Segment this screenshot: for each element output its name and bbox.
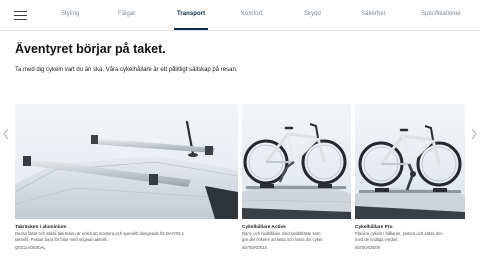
product-code: 55700ADE00 bbox=[355, 245, 380, 250]
hamburger-menu-icon[interactable] bbox=[14, 11, 27, 20]
product-description-line: takreils. Passar bara för bilar med orig… bbox=[15, 237, 108, 243]
page-title: Äventyret börjar på taket. bbox=[15, 42, 166, 56]
product-title: Cykelhållare Active bbox=[242, 225, 286, 230]
tab-falgar[interactable]: Fälgar bbox=[118, 11, 135, 17]
product-title: Cykelhållare Pro bbox=[355, 225, 393, 230]
tab-sakerhet[interactable]: Säkerhet bbox=[361, 11, 385, 17]
page-intro: Ta med dig cykeln vart du än ska. Våra c… bbox=[15, 67, 238, 73]
tab-transport[interactable]: Transport bbox=[177, 11, 205, 17]
roof-bars-image bbox=[15, 104, 238, 219]
chevron-right-icon[interactable] bbox=[469, 127, 479, 141]
bike-carrier-pro-image bbox=[355, 104, 465, 219]
tab-styling[interactable]: Styling bbox=[61, 11, 79, 17]
bike-carrier-active-image bbox=[242, 104, 351, 219]
product-description-line: gör det enkelre att lasta och lossa din … bbox=[242, 237, 324, 243]
product-code: 55700ADE10 bbox=[242, 245, 267, 250]
product-description: Placera cykeln i hållaren, justera och s… bbox=[355, 231, 443, 244]
chevron-left-icon[interactable] bbox=[1, 127, 11, 141]
active-tab-indicator bbox=[174, 28, 208, 30]
product-description: Dessa fäste och säkra takräcken är enkla… bbox=[15, 231, 184, 244]
tab-skydd[interactable]: Skydd bbox=[304, 11, 321, 17]
product-description-line: med de vridliga vreden. bbox=[355, 237, 399, 243]
top-navigation: Styling Fälgar Transport Komfort Skydd S… bbox=[0, 0, 480, 31]
product-description: Ram- och hjulhållare med snabbfäste som … bbox=[242, 231, 323, 244]
product-code: Q0211ADE00AL bbox=[15, 245, 46, 250]
tab-specifikationer[interactable]: Specifikationer bbox=[421, 11, 461, 17]
product-title: Takräcken i aluminium bbox=[15, 225, 67, 230]
tab-komfort[interactable]: Komfort bbox=[241, 11, 262, 17]
